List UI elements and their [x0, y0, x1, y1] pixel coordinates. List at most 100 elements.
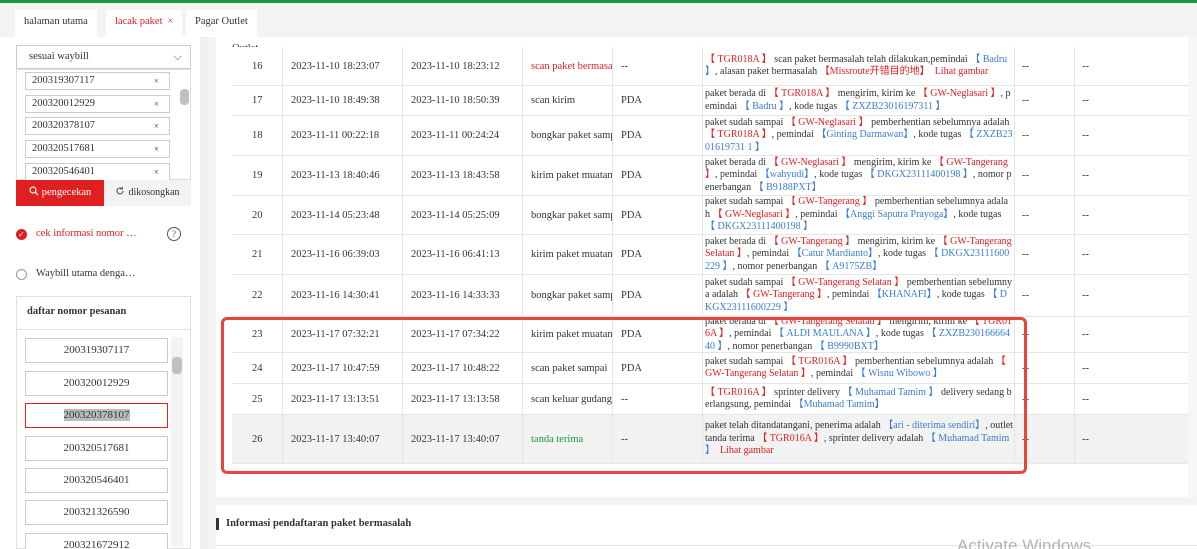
refresh-icon — [116, 186, 124, 195]
description-token: 【 GW-Tangerang 】 — [768, 235, 856, 247]
cell-divider — [1074, 86, 1075, 115]
search-type-select[interactable]: sesuai waybill ⌵ — [16, 45, 191, 69]
tab-track-package[interactable]: lacak paket × — [106, 10, 183, 37]
cell-t1: 2023-11-14 05:23:48 — [291, 209, 380, 221]
description-token: 【wahyudi】 — [759, 169, 815, 181]
chevron-down-icon: ⌵ — [173, 51, 182, 63]
cell-divider — [1074, 156, 1075, 195]
cell-divider — [1014, 275, 1015, 316]
scroll-thumb[interactable] — [172, 357, 182, 374]
table-row: 22 2023-11-16 14:30:41 2023-11-16 14:33:33… — [232, 275, 1197, 317]
order-item[interactable]: 200320012929 — [25, 371, 168, 396]
section-marker — [216, 518, 219, 530]
tab-bar: halaman utama lacak paket × Pagar Outlet — [0, 3, 1197, 37]
description-token: 【 ZXZB23016197311 】 — [839, 100, 946, 112]
order-list-panel: daftar nomor pesanan 200319307117 200320… — [16, 296, 191, 549]
cell-device: PDA — [621, 170, 643, 181]
remove-icon[interactable]: × — [154, 73, 159, 89]
table-row: 16 2023-11-10 18:23:07 2023-11-10 18:23:12… — [232, 47, 1197, 86]
cell-c2: -- — [1082, 433, 1089, 445]
waybill-tag-value: 200320517681 — [32, 143, 95, 154]
cell-type: kirim paket muatan — [531, 249, 612, 260]
tab-outlet-fence[interactable]: Pagar Outlet — [186, 10, 257, 37]
option-main-waybill[interactable]: Waybill utama denga… — [16, 266, 191, 282]
description-token: 【 B9188PXT】 — [753, 181, 822, 193]
cell-divider — [1074, 47, 1075, 85]
help-icon[interactable]: ? — [167, 227, 181, 241]
cell-description: paket sudah sampai 【 GW-Tangerang 】 pemb… — [702, 196, 1014, 234]
cell-divider — [402, 47, 403, 85]
cell-divider — [1074, 353, 1075, 383]
cell-divider — [282, 47, 283, 85]
search-button[interactable]: pengecekan — [16, 180, 104, 206]
order-item-label: 200321672912 — [63, 539, 130, 549]
cell-c1: -- — [1022, 249, 1029, 260]
radio-checked-icon[interactable] — [16, 227, 27, 243]
cell-divider — [402, 116, 403, 155]
order-item[interactable]: 200320546401 — [25, 468, 168, 493]
description-token: 【Catur Mardianto】 — [791, 248, 879, 260]
description-token: 【 GW-Tangerang 】 — [740, 289, 828, 301]
remove-icon[interactable]: × — [154, 118, 159, 134]
waybill-scrollbar[interactable] — [179, 72, 189, 177]
cell-t2: 2023-11-13 18:43:58 — [411, 170, 500, 181]
cell-type: kirim paket muatan — [531, 170, 612, 181]
cell-divider — [522, 235, 523, 274]
view-image-link[interactable]: Lihat gambar — [935, 66, 989, 77]
cell-divider — [612, 156, 613, 195]
cell-c2: -- — [1082, 290, 1089, 301]
order-item-label: 200320546401 — [63, 474, 130, 486]
description-token: 【 GW-Neglasari 】 — [768, 156, 852, 168]
cell-divider — [282, 116, 283, 155]
cell-device: PDA — [621, 130, 643, 141]
description-token: 【 TGR018A 】 — [768, 88, 836, 99]
cell-divider — [1074, 317, 1075, 352]
cell-c2: -- — [1082, 130, 1089, 141]
description-token: 【 DKGX23111400198 】 — [864, 169, 973, 181]
waybill-tag-value: 200320378107 — [32, 120, 95, 131]
remove-icon[interactable]: × — [154, 164, 159, 180]
main-scrollbar[interactable] — [1188, 37, 1197, 497]
cell-type: bongkar paket sampai — [531, 130, 612, 141]
clear-button[interactable]: dikosongkan — [104, 180, 191, 206]
cell-c1: -- — [1022, 60, 1029, 72]
cell-c1: -- — [1022, 290, 1029, 301]
waybill-input-list[interactable]: 200319307117 × 200320012929 × 200320378107… — [16, 69, 191, 181]
order-item[interactable]: 200321326590 — [25, 500, 168, 525]
cell-t1: 2023-11-10 18:23:07 — [291, 60, 380, 72]
description-token: 【Ginting Darmawan】 — [816, 129, 914, 141]
cell-type: scan kirim — [531, 95, 576, 106]
tab-home[interactable]: halaman utama — [15, 10, 97, 37]
order-item-selected[interactable]: 200320378107 — [25, 403, 168, 428]
cell-description: paket berada di 【 GW-Tangerang 】 mengiri… — [702, 235, 1014, 274]
sidebar-scrollbar[interactable] — [200, 37, 208, 549]
radio-unchecked-icon[interactable] — [16, 269, 27, 280]
waybill-tag: 200320517681 × — [25, 140, 170, 158]
cell-c2: -- — [1082, 95, 1089, 106]
remove-icon[interactable]: × — [154, 141, 159, 157]
description-token: 【 GW-Neglasari 】 — [785, 116, 869, 128]
order-item[interactable]: 200320517681 — [25, 436, 168, 461]
cell-divider — [522, 116, 523, 155]
cell-divider — [522, 47, 523, 85]
description-token: 【 Badru 】 — [739, 100, 790, 112]
description-token: 【 TGR018A 】 — [705, 129, 772, 141]
cell-t2: 2023-11-16 14:33:33 — [411, 290, 500, 301]
cell-divider — [1074, 415, 1075, 463]
order-list-scrollbar[interactable] — [171, 337, 183, 547]
remove-icon[interactable]: × — [154, 96, 159, 112]
description-text: paket berada di 【 GW-Neglasari 】 mengiri… — [705, 156, 1012, 193]
cell-c2: -- — [1082, 249, 1089, 260]
close-icon[interactable]: × — [168, 16, 174, 27]
os-activation-watermark: Activate Windows — [957, 536, 1092, 549]
cell-description: paket berada di 【 TGR018A 】 mengirim, ki… — [702, 86, 1014, 115]
option-check-info[interactable]: cek informasi nomor … — [16, 226, 166, 243]
cell-type: scan paket bermasalah — [531, 60, 612, 72]
scroll-thumb[interactable] — [180, 89, 189, 105]
cell-divider — [402, 235, 403, 274]
description-text: paket berada di 【 TGR018A 】 mengirim, ki… — [705, 88, 1011, 112]
section-title: Informasi pendaftaran paket bermasalah — [226, 518, 412, 529]
order-item[interactable]: 200319307117 — [25, 338, 168, 363]
cell-divider — [1014, 196, 1015, 234]
order-item[interactable]: 200321672912 — [25, 533, 168, 549]
